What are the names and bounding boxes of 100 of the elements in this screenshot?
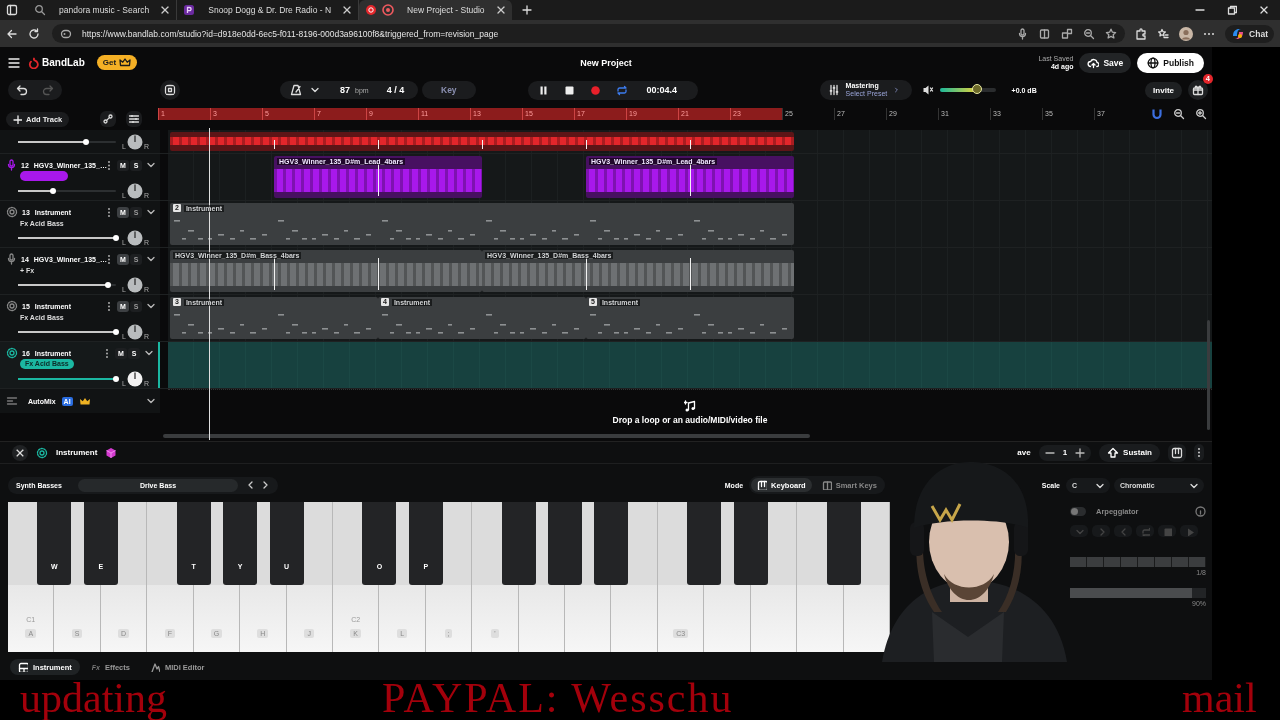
invite-button[interactable]: Invite	[1145, 81, 1182, 99]
slider-thumb[interactable]	[113, 234, 119, 241]
more-icon[interactable]	[107, 253, 111, 265]
more-icon[interactable]	[105, 347, 109, 359]
slider-thumb[interactable]	[50, 187, 57, 194]
pan-knob[interactable]	[126, 276, 143, 293]
reload-icon[interactable]	[28, 27, 40, 40]
panel-toggle-icon[interactable]	[160, 80, 180, 100]
vertical-scrollbar[interactable]	[1207, 320, 1210, 430]
loop-icon[interactable]	[615, 84, 628, 96]
get-button[interactable]: Get	[96, 55, 138, 70]
zoom-out-icon[interactable]	[1173, 108, 1185, 120]
more-icon[interactable]	[1194, 444, 1204, 461]
tab-actions-icon[interactable]	[6, 4, 18, 16]
record-icon[interactable]	[589, 84, 601, 96]
app-icon[interactable]	[1061, 27, 1074, 40]
effects-list-icon[interactable]	[126, 111, 142, 127]
restore-icon[interactable]	[1227, 5, 1237, 15]
address-bar[interactable]: https://www.bandlab.com/studio?id=d918e0dd-6ec5-f011-8196-000d3a96100f8&triggered_from=revision_page	[52, 24, 1126, 43]
volume-slider[interactable]	[18, 140, 116, 143]
slider-thumb[interactable]	[972, 84, 983, 94]
piano-key[interactable]	[501, 502, 536, 585]
pan-knob[interactable]	[126, 182, 143, 199]
close-icon[interactable]	[1259, 5, 1269, 15]
close-icon[interactable]	[160, 5, 171, 15]
panel-title: Instrument	[56, 448, 98, 457]
close-icon[interactable]	[12, 444, 28, 461]
menu-icon[interactable]	[8, 56, 20, 69]
expand-icon[interactable]	[146, 160, 156, 170]
tempo-value[interactable]: 87	[340, 85, 350, 95]
octave-value: 1	[1062, 448, 1068, 457]
instrument-tag[interactable]	[20, 171, 68, 182]
chevron-icon	[893, 85, 899, 95]
sustain-button[interactable]: Sustain	[1099, 443, 1160, 462]
slider-thumb[interactable]	[82, 138, 89, 145]
slider-thumb[interactable]	[113, 375, 119, 382]
star-icon[interactable]	[1105, 27, 1118, 40]
back-icon[interactable]	[6, 27, 18, 40]
browser-tab[interactable]: New Project - Studio	[359, 0, 512, 20]
arpeggiator-toggle[interactable]	[1070, 507, 1086, 516]
volume-slider[interactable]	[18, 377, 116, 380]
stop-icon[interactable]	[563, 84, 575, 96]
logo-icon	[28, 56, 40, 69]
speaker-icon[interactable]	[921, 84, 934, 96]
save-button[interactable]: Save	[1079, 52, 1132, 73]
extensions-icon[interactable]	[1135, 27, 1148, 40]
slider-thumb[interactable]	[113, 328, 119, 335]
volume-slider[interactable]	[18, 236, 116, 239]
site-info-icon[interactable]	[60, 27, 72, 40]
piano-key[interactable]	[687, 502, 722, 585]
audio-clip[interactable]	[170, 132, 794, 151]
more-icon[interactable]	[107, 206, 111, 218]
close-icon[interactable]	[495, 5, 506, 15]
octave-label: ave	[1017, 448, 1031, 457]
overlay-text: PAYPAL: Wesschu	[382, 676, 734, 720]
pan-knob[interactable]	[126, 370, 143, 387]
profile-avatar[interactable]	[1179, 26, 1194, 41]
gate-slider[interactable]	[1070, 588, 1206, 598]
keyboard-icon[interactable]	[1168, 443, 1186, 462]
piano-key[interactable]	[594, 502, 629, 585]
metronome-icon[interactable]	[290, 84, 302, 96]
zoom-icon[interactable]	[1083, 27, 1096, 40]
pan-knob[interactable]	[126, 229, 143, 246]
reader-icon[interactable]	[1039, 27, 1052, 40]
link-icon[interactable]	[100, 111, 116, 127]
time-signature[interactable]: 4 / 4	[386, 85, 405, 95]
slider-thumb[interactable]	[105, 281, 112, 288]
rate-slider[interactable]	[1070, 557, 1206, 567]
undo-icon[interactable]	[16, 84, 28, 96]
more-icon[interactable]	[107, 159, 111, 171]
pan-knob[interactable]	[126, 323, 143, 340]
volume-slider[interactable]	[18, 283, 116, 286]
piano-key[interactable]	[733, 502, 768, 585]
publish-button[interactable]: Publish	[1137, 52, 1204, 73]
expand-icon[interactable]	[146, 301, 156, 311]
cube-icon	[105, 446, 118, 459]
horizontal-scrollbar[interactable]	[163, 434, 810, 438]
volume-slider[interactable]	[18, 330, 116, 333]
info-icon[interactable]	[1195, 506, 1206, 517]
piano-key[interactable]	[548, 502, 583, 585]
key-button[interactable]: Key	[422, 81, 476, 99]
expand-icon[interactable]	[144, 348, 154, 358]
volume-slider[interactable]	[18, 189, 116, 192]
zoom-in-icon[interactable]	[1195, 108, 1207, 120]
pan-knob[interactable]	[126, 133, 143, 150]
microphone-icon	[6, 253, 17, 265]
expand-icon[interactable]	[146, 207, 156, 217]
plus-icon[interactable]	[1075, 447, 1086, 458]
new-tab-icon[interactable]	[521, 5, 532, 15]
overlay-text: mail	[1182, 676, 1257, 720]
expand-icon[interactable]	[146, 254, 156, 264]
chat-button[interactable]: Chat	[1225, 24, 1274, 43]
gift-button[interactable]	[1188, 80, 1208, 100]
close-icon[interactable]	[342, 5, 353, 15]
caret-icon[interactable]	[310, 85, 320, 95]
expand-icon[interactable]	[146, 396, 156, 406]
favorites-icon[interactable]	[1157, 27, 1170, 40]
more-icon[interactable]	[107, 300, 111, 312]
magnet-icon[interactable]	[1151, 108, 1163, 120]
piano-key[interactable]	[826, 502, 861, 585]
